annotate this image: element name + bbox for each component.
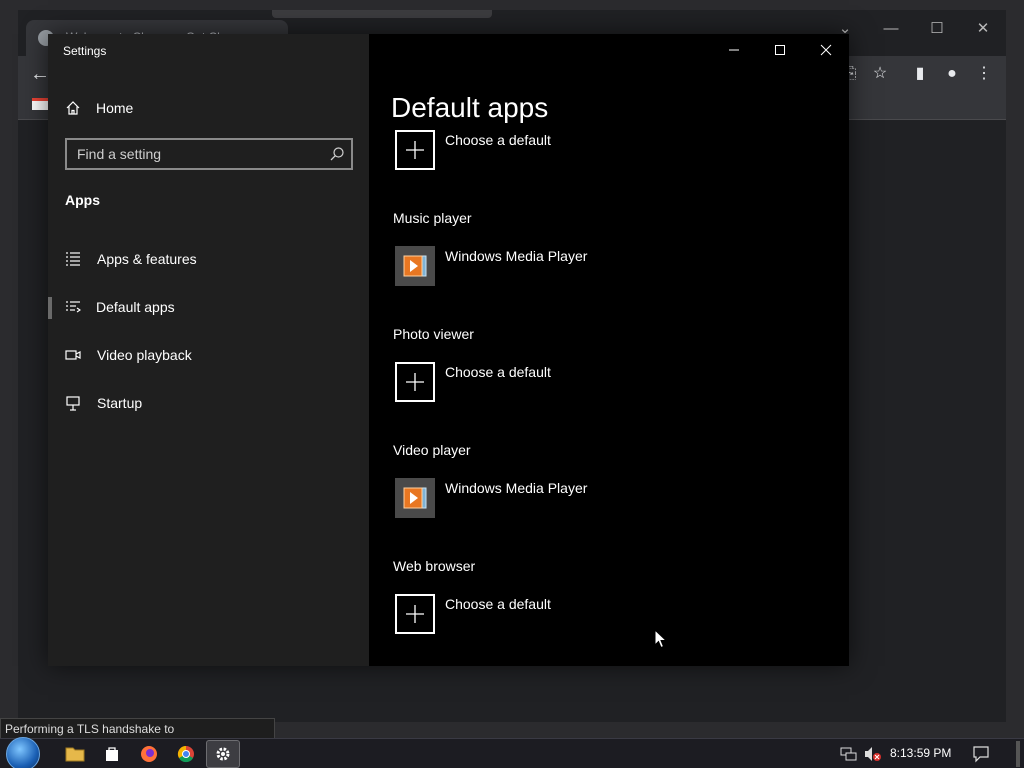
mouse-cursor-icon [654,629,668,649]
nav-label: Startup [97,395,143,411]
default-app-picker[interactable]: Choose a default [395,130,795,170]
taskbar: 8:13:59 PM [0,737,1024,768]
active-indicator [48,297,52,319]
default-app-name: Windows Media Player [445,480,588,496]
more-menu-icon[interactable]: ⋮ [972,62,996,86]
action-center-icon[interactable] [972,745,990,763]
settings-main-pane: Default apps Choose a default Music play… [369,34,849,666]
category-label: Photo viewer [393,326,474,342]
nav-item-default-apps[interactable]: Default apps [48,287,369,327]
list-icon [66,252,80,266]
plus-icon [395,362,435,402]
default-app-picker[interactable]: Windows Media Player [395,478,795,518]
default-app-picker[interactable]: Windows Media Player [395,246,795,286]
default-app-picker[interactable]: Choose a default [395,594,795,634]
category-label: Web browser [393,558,476,574]
nav-item-apps-features[interactable]: Apps & features [48,239,369,279]
maximize-button[interactable] [757,34,803,66]
close-button[interactable] [803,34,849,66]
default-app-name: Choose a default [445,132,551,148]
settings-window-title: Settings [63,44,107,58]
maximize-icon [775,45,785,55]
nav-item-startup[interactable]: Startup [48,383,369,423]
search-input[interactable] [67,140,317,168]
profile-icon[interactable]: ● [940,62,964,86]
volume-muted-icon[interactable] [864,746,882,762]
browser-status-bar: Performing a TLS handshake to www.mozill… [0,718,275,756]
nav-label: Apps & features [97,251,197,267]
nav-item-video-playback[interactable]: Video playback [48,335,369,375]
startup-icon [66,396,80,411]
gmail-icon[interactable] [32,98,48,110]
minimize-button[interactable] [711,34,757,66]
search-box[interactable] [65,138,353,170]
side-panel-icon[interactable]: ▮ [908,62,932,86]
section-title: Apps [65,192,100,208]
home-nav-item[interactable]: Home [65,96,133,120]
start-button[interactable] [6,737,40,768]
network-icon[interactable] [840,746,858,762]
search-icon[interactable] [329,146,345,162]
page-title: Default apps [391,92,549,123]
store-bag-icon [106,747,118,761]
browser-maximize-button[interactable]: ☐ [914,14,960,44]
home-label: Home [96,100,134,116]
default-apps-icon [66,301,81,313]
default-app-name: Choose a default [445,364,551,380]
default-app-name: Windows Media Player [445,248,588,264]
browser-minimize-button[interactable]: — [868,14,914,44]
close-icon [820,44,832,56]
settings-sidebar: Settings Home Apps [48,34,369,666]
store-button[interactable] [95,740,129,768]
category-label: Video player [393,442,471,458]
settings-window: Settings Home Apps [48,34,849,666]
wmp-icon [395,246,435,286]
home-icon [66,101,80,115]
category-label: Music player [393,210,472,226]
minimize-icon [729,49,739,51]
show-desktop-button[interactable] [1016,741,1020,767]
gear-icon [216,747,230,761]
folder-icon [65,747,85,762]
nav-label: Video playback [97,347,192,363]
firefox-icon [141,746,157,762]
nav-label: Default apps [96,299,175,315]
firefox-button[interactable] [132,740,166,768]
video-icon [65,350,81,360]
plus-icon [395,130,435,170]
chrome-icon [177,745,194,763]
settings-taskbar-button[interactable] [206,740,240,768]
chrome-button[interactable] [169,740,203,768]
file-explorer-button[interactable] [58,740,92,768]
browser-close-button[interactable]: ✕ [960,14,1006,44]
default-app-picker[interactable]: Choose a default [395,362,795,402]
browser-tab-strip-edge [272,10,492,18]
default-app-name: Choose a default [445,596,551,612]
bookmark-star-icon[interactable]: ☆ [868,62,892,86]
taskbar-clock[interactable]: 8:13:59 PM [890,746,951,760]
wmp-icon [395,478,435,518]
plus-icon [395,594,435,634]
